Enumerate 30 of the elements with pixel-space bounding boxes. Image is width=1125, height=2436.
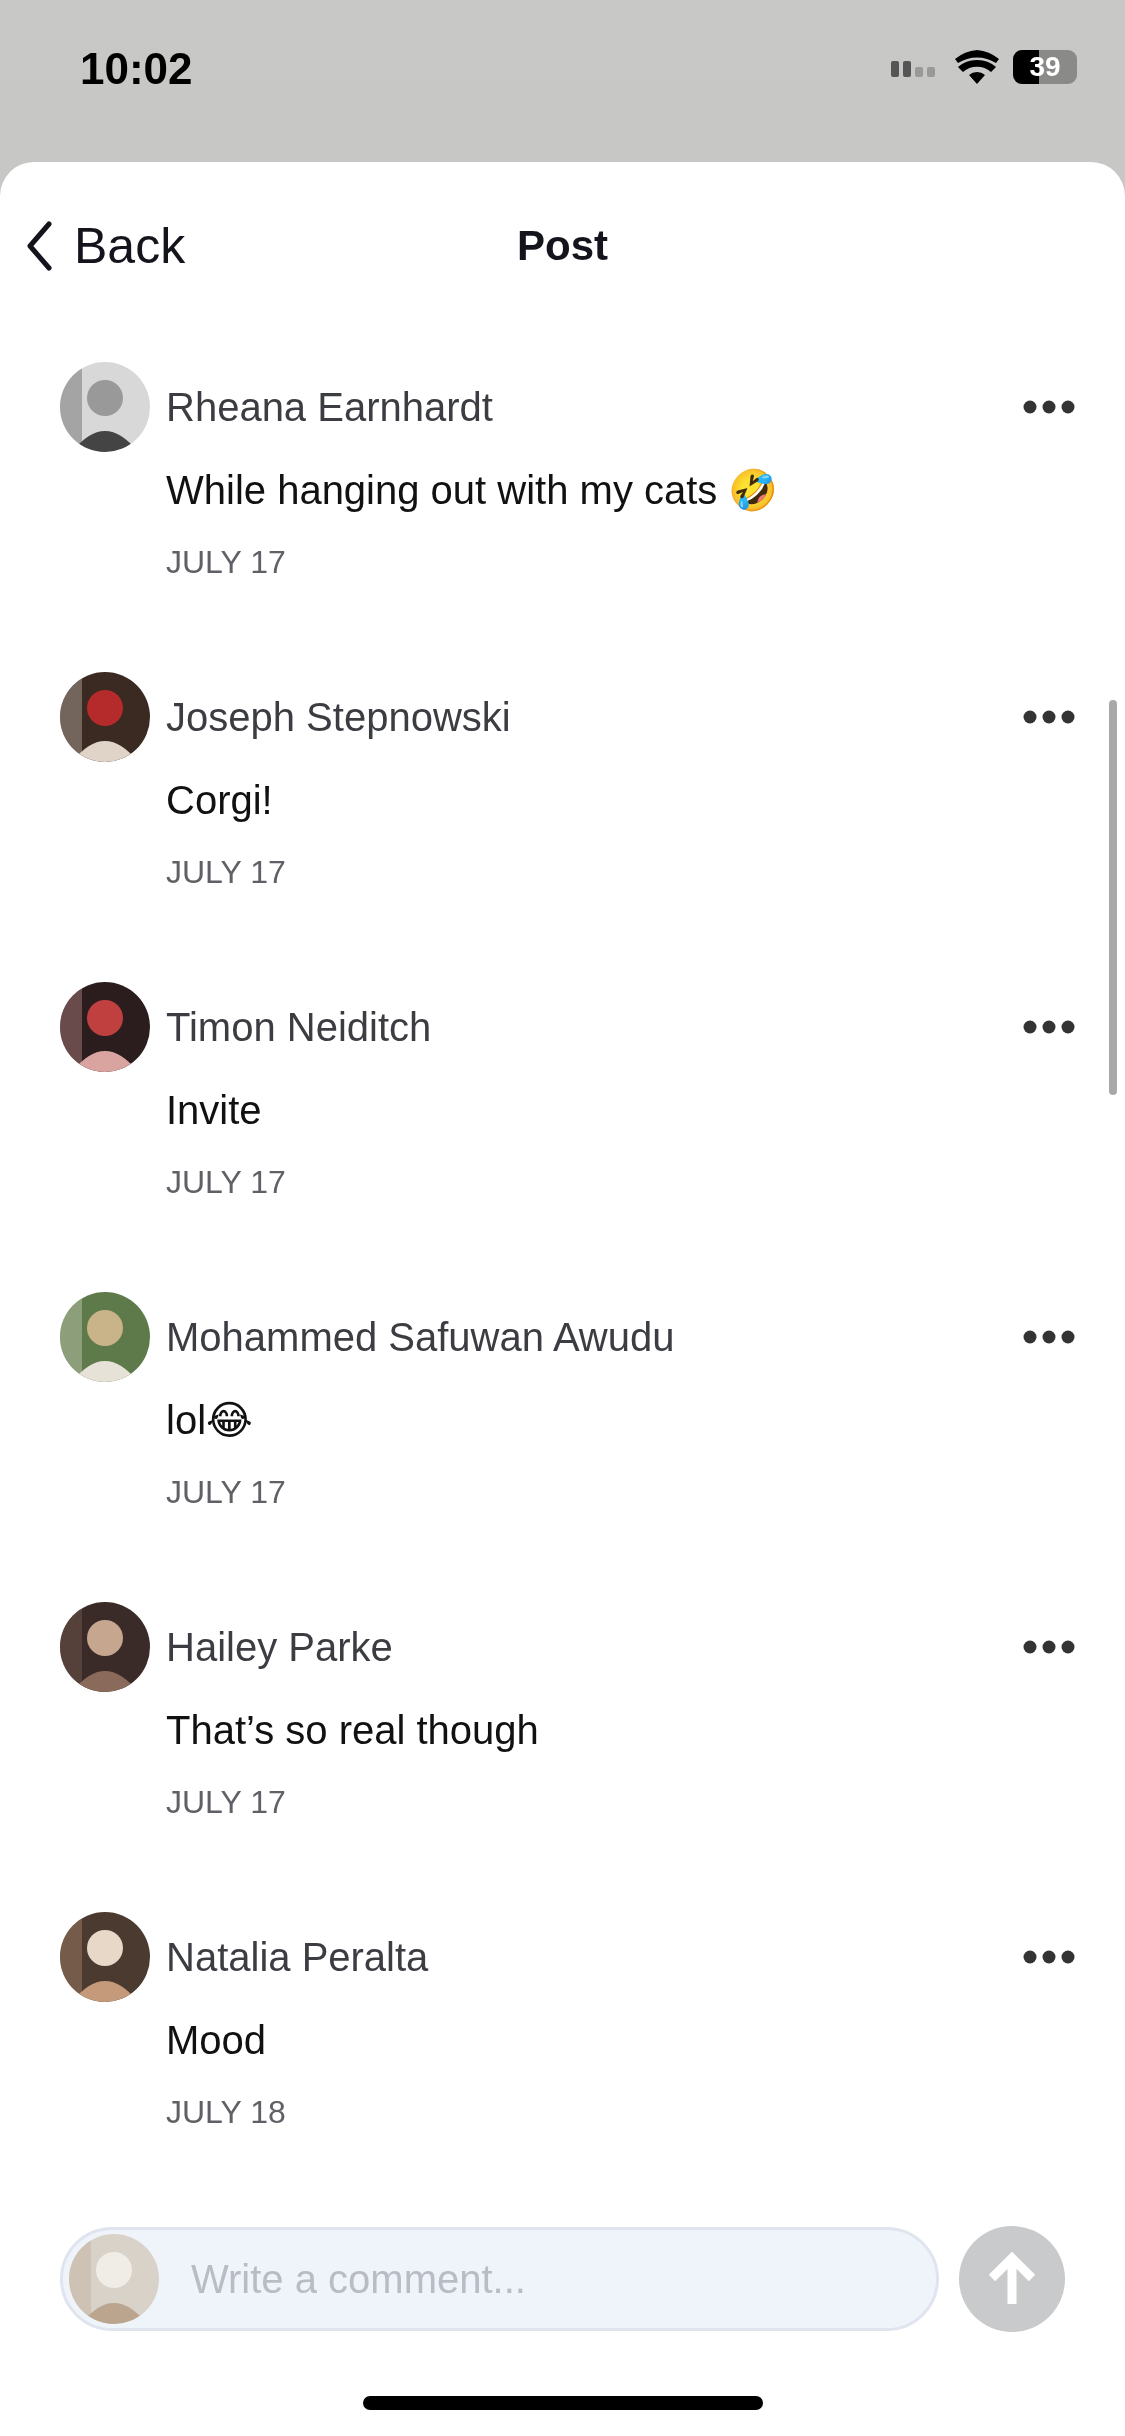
comment-author: Joseph Stepnowski [166, 694, 511, 740]
more-options-icon[interactable] [1023, 1020, 1075, 1034]
more-options-icon[interactable] [1023, 1330, 1075, 1344]
comment-author: Rheana Earnhardt [166, 384, 493, 430]
comment-text: Corgi! [166, 777, 274, 824]
more-options-icon[interactable] [1023, 1640, 1075, 1654]
comment-author: Natalia Peralta [166, 1934, 429, 1980]
comment-author: Timon Neiditch [166, 1004, 432, 1050]
chevron-left-icon [26, 221, 52, 271]
arrow-up-icon [987, 2252, 1037, 2306]
comment-date: JULY 17 [166, 1783, 287, 1822]
comment-text: Invite [166, 1087, 263, 1134]
back-button[interactable]: Back [0, 217, 186, 275]
comment-author: Hailey Parke [166, 1624, 393, 1670]
comment-author: Mohammed Safuwan Awudu [166, 1314, 675, 1360]
more-options-icon[interactable] [1023, 400, 1075, 414]
more-options-icon[interactable] [1023, 710, 1075, 724]
comment-date: JULY 18 [166, 2093, 287, 2132]
comment-date: JULY 17 [166, 1163, 287, 1202]
page-title: Post [517, 222, 608, 270]
comment-date: JULY 17 [166, 543, 287, 582]
more-options-icon[interactable] [1023, 1950, 1075, 1964]
comment-date: JULY 17 [166, 853, 287, 892]
comment-text: lol😂 [166, 1397, 254, 1444]
comment-date: JULY 17 [166, 1473, 287, 1512]
wifi-icon [955, 50, 999, 84]
comment-text: Mood [166, 2017, 268, 2064]
status-time: 10:02 [80, 44, 193, 94]
comment-text: While hanging out with my cats 🤣 [166, 467, 780, 514]
comment-text: That’s so real though [166, 1707, 540, 1754]
